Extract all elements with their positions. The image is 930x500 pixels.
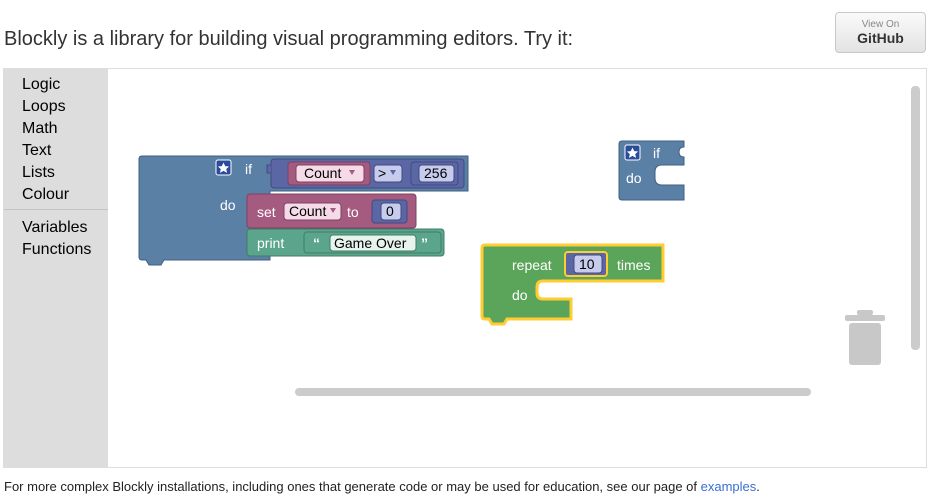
examples-link[interactable]: examples	[701, 479, 757, 494]
toolbox-separator	[4, 209, 108, 210]
block-canvas[interactable]: if do Count > 256 set Count to 0 print “…	[108, 69, 926, 467]
times-label: times	[617, 257, 650, 273]
close-quote-icon: ”	[421, 235, 428, 251]
page-headline: Blockly is a library for building visual…	[4, 28, 574, 50]
workspace-vertical-scrollbar[interactable]	[911, 86, 920, 350]
repeat-label: repeat	[512, 257, 552, 273]
github-button-small-label: View On	[861, 19, 900, 30]
if-label: if	[245, 161, 252, 177]
text-value: Game Over	[334, 235, 407, 251]
print-label: print	[257, 235, 284, 251]
toolbox: Logic Loops Math Text Lists Colour Varia…	[4, 69, 108, 467]
trash-can-icon[interactable]	[843, 310, 887, 368]
compare-block[interactable]: Count > 256	[266, 158, 465, 189]
number-block-256[interactable]: 256	[410, 161, 459, 186]
set-label: set	[257, 204, 276, 220]
number-block-10[interactable]: 10	[564, 251, 608, 277]
small-if-block[interactable]: if do	[618, 140, 685, 201]
open-quote-icon: “	[313, 235, 320, 251]
toolbox-category-text[interactable]: Text	[22, 141, 51, 161]
set-variable-block[interactable]: set Count to 0	[246, 193, 417, 229]
mutator-gear-icon[interactable]	[624, 144, 641, 161]
toolbox-category-functions[interactable]: Functions	[22, 240, 91, 260]
print-block[interactable]: print “ Game Over ”	[246, 228, 445, 257]
do-label: do	[626, 170, 642, 186]
footer-period: .	[756, 479, 760, 494]
workspace-horizontal-scrollbar[interactable]	[295, 388, 811, 396]
toolbox-category-loops[interactable]: Loops	[22, 97, 66, 117]
mutator-gear-icon[interactable]	[215, 159, 232, 176]
number-value: 0	[386, 203, 394, 219]
toolbox-category-logic[interactable]: Logic	[22, 75, 60, 95]
toolbox-category-math[interactable]: Math	[22, 119, 58, 139]
footer-note: For more complex Blockly installations, …	[4, 479, 760, 494]
number-block-0[interactable]: 0	[371, 199, 408, 224]
blocks-svg: if do Count > 256 set Count to 0 print “…	[138, 140, 685, 326]
variable-name: Count	[304, 165, 341, 181]
operator-symbol: >	[378, 165, 386, 181]
text-block[interactable]: “ Game Over ”	[303, 231, 442, 254]
number-value: 10	[579, 256, 595, 272]
do-label: do	[220, 197, 236, 213]
blockly-workspace[interactable]: Logic Loops Math Text Lists Colour Varia…	[3, 68, 927, 468]
to-label: to	[347, 204, 359, 220]
variable-name: Count	[289, 203, 326, 219]
view-on-github-button[interactable]: View On GitHub	[835, 12, 926, 53]
repeat-block[interactable]: repeat 10 times do	[480, 243, 665, 326]
footer-text: For more complex Blockly installations, …	[4, 479, 698, 494]
github-button-label: GitHub	[857, 30, 904, 46]
count-variable-block[interactable]: Count	[287, 161, 371, 186]
if-label: if	[653, 145, 660, 161]
number-value: 256	[424, 165, 448, 181]
toolbox-category-variables[interactable]: Variables	[22, 218, 88, 238]
if-do-block[interactable]: if do Count > 256 set Count to 0 print “…	[138, 155, 469, 266]
do-label: do	[512, 287, 528, 303]
toolbox-category-colour[interactable]: Colour	[22, 185, 69, 205]
toolbox-category-lists[interactable]: Lists	[22, 163, 55, 183]
